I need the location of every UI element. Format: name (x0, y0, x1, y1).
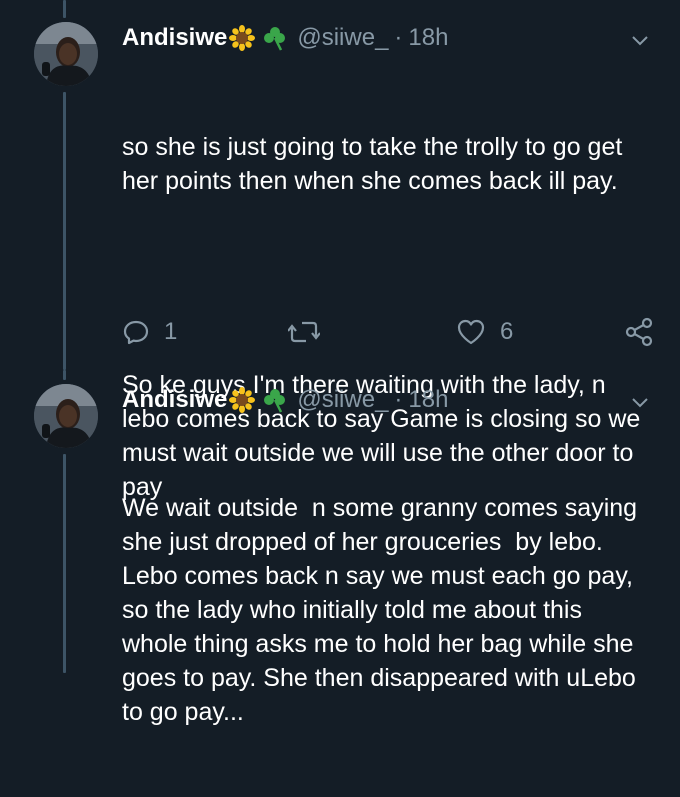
tweet-header: Andisiwe @siiwe_ · 18h (122, 382, 650, 418)
shamrock-icon (264, 389, 286, 413)
comment-icon (123, 320, 149, 345)
author-emoji (229, 386, 289, 414)
tweet-actions: 1 6 (122, 314, 662, 350)
thread-line (63, 454, 66, 673)
time-separator: · (394, 386, 403, 413)
like-count: 6 (500, 318, 514, 345)
retweet-icon (288, 321, 320, 343)
shamrock-icon (264, 27, 286, 51)
like-button[interactable]: 6 (456, 314, 513, 350)
reply-button[interactable]: 1 (122, 314, 177, 350)
avatar[interactable] (34, 384, 98, 448)
tweet-paragraph: so she is just going to take the trolly … (122, 133, 630, 195)
share-icon (625, 317, 653, 347)
tweet[interactable]: Andisiwe @siiwe_ · (0, 370, 680, 726)
author-name[interactable]: Andisiwe (122, 386, 227, 414)
timestamp[interactable]: 18h (408, 386, 448, 414)
tweet[interactable]: Andisiwe @siiwe_ · (0, 0, 680, 501)
timestamp[interactable]: 18h (408, 24, 448, 52)
thread-line (63, 92, 66, 370)
thread-line-top (63, 0, 66, 18)
author-handle[interactable]: @siiwe_ (297, 24, 388, 52)
tweet-header: Andisiwe @siiwe_ · 18h (122, 20, 650, 56)
author-handle[interactable]: @siiwe_ (297, 386, 388, 414)
share-button[interactable] (624, 314, 654, 350)
tweet-paragraph: We wait outside n some granny comes sayi… (122, 494, 645, 726)
sunflower-icon (229, 25, 256, 51)
chevron-down-icon[interactable] (630, 30, 650, 50)
chevron-down-icon[interactable] (630, 392, 650, 412)
thread-line-top (63, 370, 66, 380)
reply-count: 1 (164, 318, 178, 345)
tweet-text: We wait outside n some granny comes sayi… (122, 423, 652, 797)
heart-icon (457, 319, 485, 345)
author-emoji (229, 24, 289, 52)
time-separator: · (394, 24, 403, 51)
avatar[interactable] (34, 22, 98, 86)
sunflower-icon (229, 387, 256, 413)
retweet-button[interactable] (288, 314, 320, 350)
author-name[interactable]: Andisiwe (122, 24, 227, 52)
